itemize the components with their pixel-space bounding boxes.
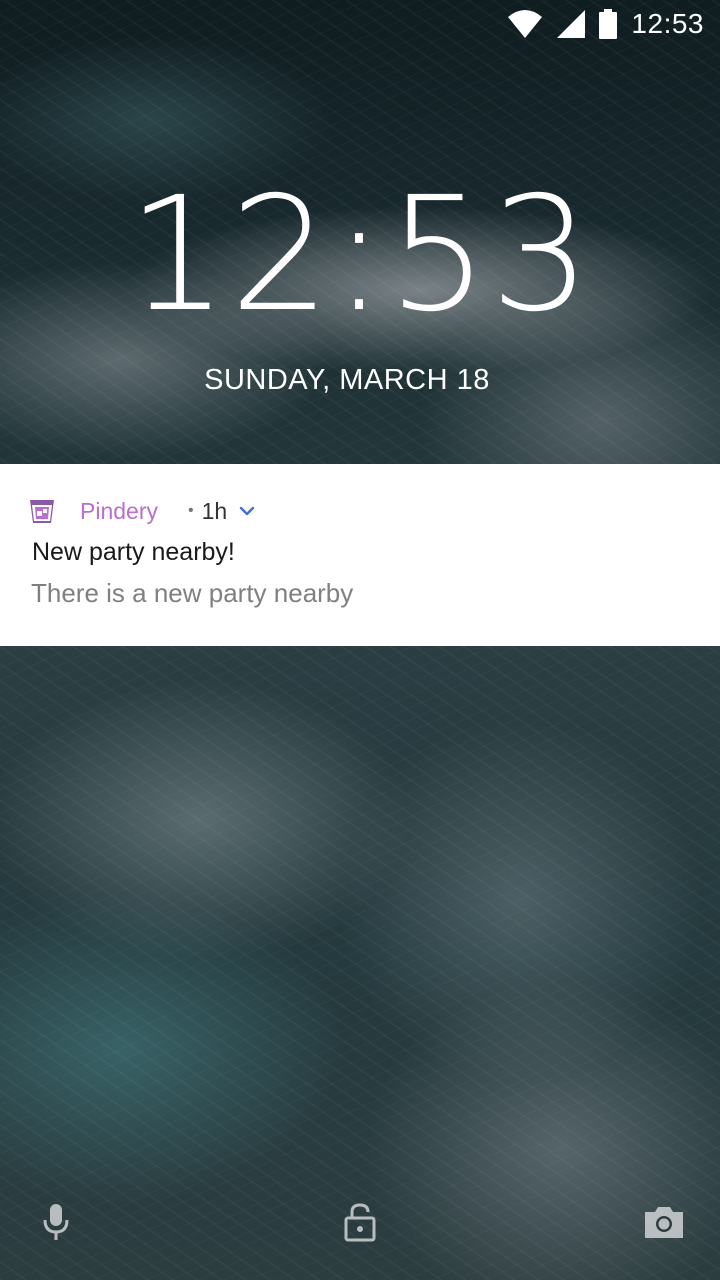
signal-icon (557, 10, 586, 38)
chevron-down-icon[interactable] (227, 501, 257, 521)
notification-time: 1h (201, 497, 228, 524)
status-time: 12:53 (631, 8, 704, 39)
lockscreen-date: SUNDAY, MARCH 18 (204, 364, 490, 396)
status-bar: 12:53 (0, 0, 720, 48)
notification-separator: • (187, 502, 194, 519)
microphone-icon (41, 1202, 71, 1247)
unlock-button[interactable] (332, 1196, 388, 1252)
battery-icon (599, 9, 618, 39)
notification-card[interactable]: Pindery • 1h New party nearby! There is … (0, 464, 720, 646)
camera-button[interactable] (636, 1196, 692, 1252)
voice-assist-button[interactable] (28, 1196, 84, 1252)
notification-title: New party nearby! (32, 538, 235, 566)
pindery-app-icon (28, 497, 56, 525)
status-icons: 12:53 (507, 6, 704, 42)
wifi-icon (507, 9, 543, 39)
camera-icon (643, 1204, 685, 1245)
notification-app-name: Pindery (80, 497, 158, 524)
notification-text: There is a new party nearby (31, 578, 354, 608)
unlock-icon (343, 1202, 377, 1247)
notification-header: Pindery • 1h (28, 494, 257, 528)
lockscreen-clock: 12:53 (127, 163, 593, 347)
